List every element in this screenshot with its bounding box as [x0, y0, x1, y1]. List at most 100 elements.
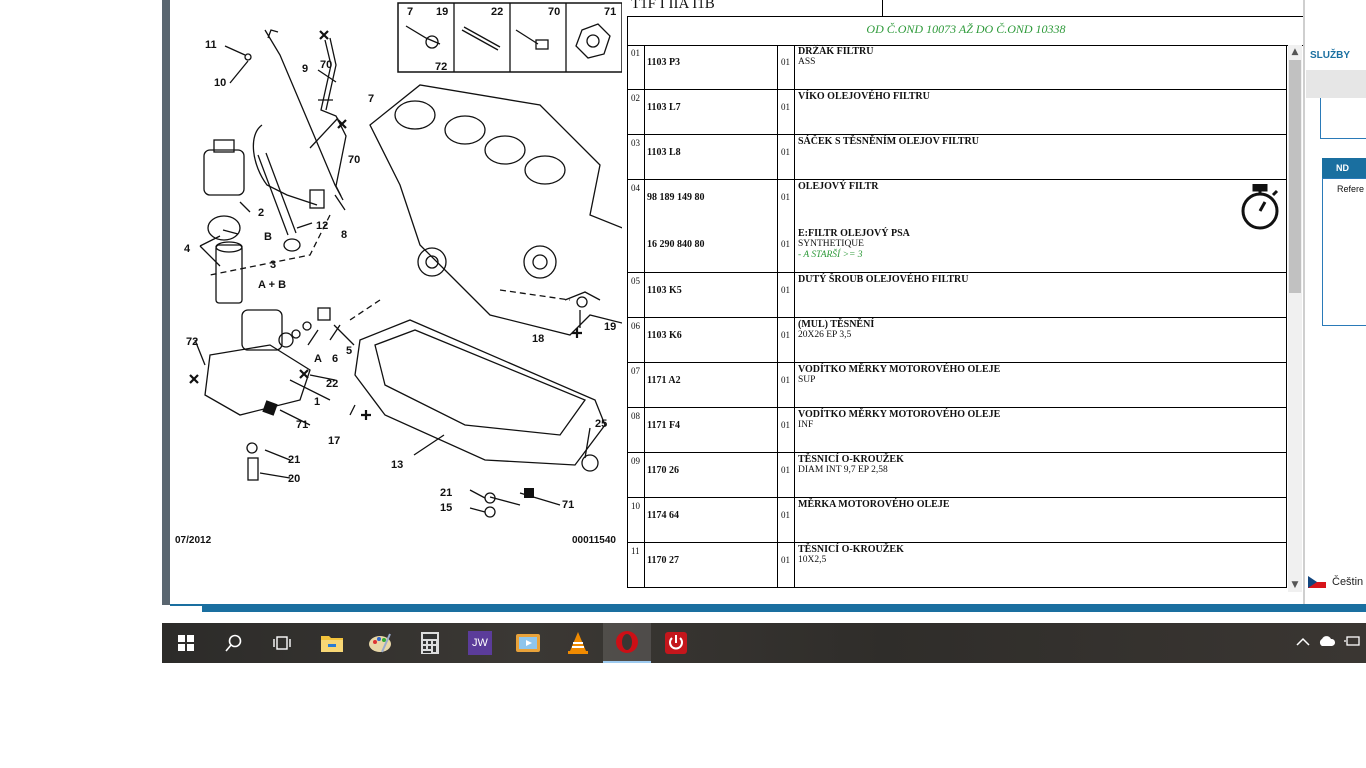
svg-text:7: 7 — [368, 93, 374, 105]
power-icon[interactable] — [652, 623, 700, 663]
part-name: DUTÝ ŠROUB OLEJOVÉHO FILTRU — [798, 274, 969, 285]
media-player-icon[interactable] — [504, 623, 552, 663]
row-number: 03 — [631, 138, 640, 148]
scroll-up-icon[interactable]: ▲ — [1288, 45, 1302, 59]
svg-text:17: 17 — [328, 435, 340, 447]
part-reference[interactable]: 1103 K6 — [647, 330, 682, 341]
table-row[interactable]: 07 1171 A2 01 VODÍTKO MĚRKY MOTOROVÉHO O… — [627, 363, 1287, 408]
svg-text:12: 12 — [316, 220, 328, 232]
vlc-icon[interactable] — [554, 623, 602, 663]
svg-text:10: 10 — [214, 77, 226, 89]
part-reference[interactable]: 1171 A2 — [647, 375, 681, 386]
reference-box — [1322, 178, 1366, 326]
svg-text:9: 9 — [302, 63, 308, 75]
part-name-alt: E:FILTR OLEJOVÝ PSA — [798, 228, 910, 239]
window-accent-line — [170, 604, 202, 606]
sidebar-box — [1320, 98, 1366, 139]
start-icon[interactable] — [162, 623, 210, 663]
file-explorer-icon[interactable] — [308, 623, 356, 663]
part-quantity: 01 — [781, 375, 790, 385]
services-menu[interactable]: SLUŽBY — [1310, 50, 1350, 61]
part-name: TĚSNICÍ O-KROUŽEK — [798, 454, 904, 465]
search-icon[interactable] — [210, 623, 258, 663]
part-detail: INF — [798, 420, 814, 430]
svg-text:22: 22 — [326, 378, 338, 390]
part-reference[interactable]: 1174 64 — [647, 510, 679, 521]
svg-text:19: 19 — [436, 6, 448, 18]
part-name: VÍKO OLEJOVÉHO FILTRU — [798, 91, 930, 102]
part-reference[interactable]: 1170 27 — [647, 555, 679, 566]
part-name: SÁČEK S TĚSNĚNÍM OLEJOV FILTRU — [798, 136, 979, 147]
parts-diagram[interactable]: 7 19 22 70 71 72 11 10 9 70 7 70 8 2B 4 12 3 A + B 7… — [170, 0, 622, 600]
svg-text:71: 71 — [604, 6, 616, 18]
row-number: 05 — [631, 276, 640, 286]
part-reference[interactable]: 1171 F4 — [647, 420, 680, 431]
part-quantity: 01 — [781, 420, 790, 430]
parts-table-panel: T1F I IIA I1B OD Č.OND 10073 AŽ DO Č.OND… — [627, 0, 1304, 592]
part-quantity: 01 — [781, 102, 790, 112]
serial-range-row: OD Č.OND 10073 AŽ DO Č.OND 10338 — [627, 16, 1304, 46]
screen: 7 19 22 70 71 72 11 10 9 70 7 70 82B 4 12 3 A + B7… — [162, 0, 1366, 663]
svg-text:21: 21 — [288, 454, 300, 466]
svg-text:7: 7 — [407, 6, 413, 18]
table-row[interactable]: 01 1103 P3 01 DRŽÁK FILTRU ASS — [627, 45, 1287, 90]
svg-text:21: 21 — [440, 487, 452, 499]
part-reference-alt[interactable]: 16 290 840 80 — [647, 239, 705, 250]
table-row[interactable]: 09 1170 26 01 TĚSNICÍ O-KROUŽEK DIAM INT … — [627, 453, 1287, 498]
svg-text:25: 25 — [595, 418, 607, 430]
battery-icon[interactable] — [1344, 634, 1362, 652]
part-reference[interactable]: 98 189 149 80 — [647, 192, 705, 203]
row-number: 02 — [631, 93, 640, 103]
row-number: 08 — [631, 411, 640, 421]
svg-text:6: 6 — [332, 353, 338, 365]
row-number: 10 — [631, 501, 640, 511]
table-row[interactable]: 03 1103 L8 01 SÁČEK S TĚSNĚNÍM OLEJOV FI… — [627, 135, 1287, 180]
language-selector[interactable]: Češtin — [1308, 576, 1364, 589]
part-name: TĚSNICÍ O-KROUŽEK — [798, 544, 904, 555]
opera-icon[interactable] — [603, 623, 651, 663]
table-row[interactable]: 06 1103 K6 01 (MUL) TĚSNĚNÍ 20X26 EP 3,5 — [627, 318, 1287, 363]
czech-flag-icon — [1308, 576, 1326, 589]
chevron-up-icon[interactable] — [1296, 634, 1310, 652]
svg-text:11: 11 — [205, 39, 217, 51]
row-number: 01 — [631, 48, 640, 58]
table-scrollbar[interactable]: ▲ ▼ — [1288, 45, 1302, 592]
part-reference[interactable]: 1103 L7 — [647, 102, 681, 113]
calculator-icon[interactable] — [406, 623, 454, 663]
part-quantity: 01 — [781, 330, 790, 340]
part-name: (MUL) TĚSNĚNÍ — [798, 319, 875, 330]
paint-icon[interactable] — [356, 623, 404, 663]
language-label: Češtin — [1332, 576, 1364, 588]
svg-text:70: 70 — [548, 6, 560, 18]
table-row[interactable]: 04 98 189 149 80 16 290 840 80 01 01 OLE… — [627, 180, 1287, 273]
part-quantity: 01 — [781, 510, 790, 520]
jw-icon[interactable]: JW — [456, 623, 504, 663]
svg-text:5: 5 — [346, 345, 352, 357]
task-view-icon[interactable] — [258, 623, 306, 663]
table-title: T1F I IIA I1B — [631, 0, 715, 12]
table-row[interactable]: 08 1171 F4 01 VODÍTKO MĚRKY MOTOROVÉHO O… — [627, 408, 1287, 453]
svg-text:B: B — [264, 231, 272, 243]
part-name: DRŽÁK FILTRU — [798, 46, 874, 57]
reference-label: Refere — [1337, 184, 1365, 194]
svg-text:2: 2 — [258, 207, 264, 219]
part-reference[interactable]: 1103 L8 — [647, 147, 681, 158]
stopwatch-icon[interactable] — [1240, 184, 1280, 230]
window-bottom-bar — [202, 604, 1366, 612]
part-reference[interactable]: 1103 P3 — [647, 57, 680, 68]
part-reference[interactable]: 1103 K5 — [647, 285, 682, 296]
part-detail: 10X2,5 — [798, 555, 827, 565]
table-row[interactable]: 11 1170 27 01 TĚSNICÍ O-KROUŽEK 10X2,5 — [627, 543, 1287, 588]
part-reference[interactable]: 1170 26 — [647, 465, 679, 476]
serial-range: OD Č.OND 10073 AŽ DO Č.OND 10338 — [866, 22, 1066, 36]
scroll-down-icon[interactable]: ▼ — [1288, 578, 1302, 592]
part-quantity: 01 — [781, 465, 790, 475]
svg-text:A: A — [314, 353, 322, 365]
part-quantity: 01 — [781, 57, 790, 67]
cloud-icon[interactable] — [1318, 634, 1336, 652]
scrollbar-thumb[interactable] — [1289, 60, 1301, 293]
table-row[interactable]: 05 1103 K5 01 DUTÝ ŠROUB OLEJOVÉHO FILTR… — [627, 273, 1287, 318]
table-row[interactable]: 02 1103 L7 01 VÍKO OLEJOVÉHO FILTRU — [627, 90, 1287, 135]
table-row[interactable]: 10 1174 64 01 MĚRKA MOTOROVÉHO OLEJE — [627, 498, 1287, 543]
window-frame — [162, 0, 170, 605]
